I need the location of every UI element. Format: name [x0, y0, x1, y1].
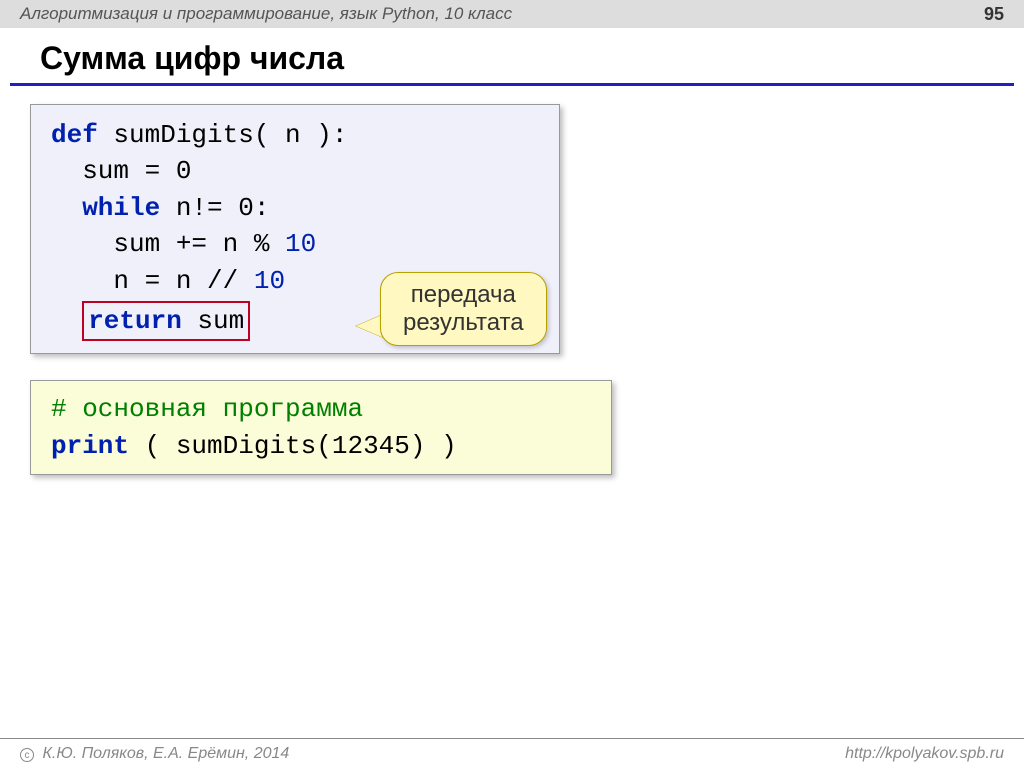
kw-print: print — [51, 431, 129, 461]
footer-copyright: c К.Ю. Поляков, Е.А. Ерёмин, 2014 — [20, 745, 289, 763]
kw-return: return — [88, 306, 182, 336]
code-text: sum += n % — [113, 229, 285, 259]
code-text: n = n // — [113, 266, 253, 296]
callout-line: результата — [403, 309, 524, 337]
footer-copyright-text: К.Ю. Поляков, Е.А. Ерёмин, 2014 — [42, 745, 289, 762]
code-text: ) ) — [410, 431, 457, 461]
callout-bubble: передача результата — [380, 272, 547, 346]
page-number: 95 — [984, 4, 1004, 25]
code-block-main: # основная программа print ( sumDigits(1… — [30, 380, 612, 475]
return-highlight: return sum — [82, 301, 250, 341]
footer-url: http://kpolyakov.spb.ru — [845, 745, 1004, 763]
copyright-icon: c — [20, 748, 34, 762]
header-subject: Алгоритмизация и программирование, язык … — [20, 4, 512, 24]
slide-title: Сумма цифр числа — [10, 28, 1014, 86]
kw-def: def — [51, 120, 98, 150]
footer-bar: c К.Ю. Поляков, Е.А. Ерёмин, 2014 http:/… — [0, 738, 1024, 768]
code-num: 12345 — [332, 431, 410, 461]
code-text: n!= 0: — [160, 193, 269, 223]
code-text: sum — [182, 306, 244, 336]
code-text: sumDigits( n ): — [98, 120, 348, 150]
kw-while: while — [82, 193, 160, 223]
header-bar: Алгоритмизация и программирование, язык … — [0, 0, 1024, 28]
code-text: ( sumDigits( — [129, 431, 332, 461]
callout-line: передача — [403, 281, 524, 309]
code-num: 10 — [285, 229, 316, 259]
code-comment: # основная программа — [51, 394, 363, 424]
content-area: def sumDigits( n ): sum = 0 while n!= 0:… — [0, 86, 1024, 493]
code-text: sum = 0 — [82, 156, 191, 186]
code-num: 10 — [254, 266, 285, 296]
